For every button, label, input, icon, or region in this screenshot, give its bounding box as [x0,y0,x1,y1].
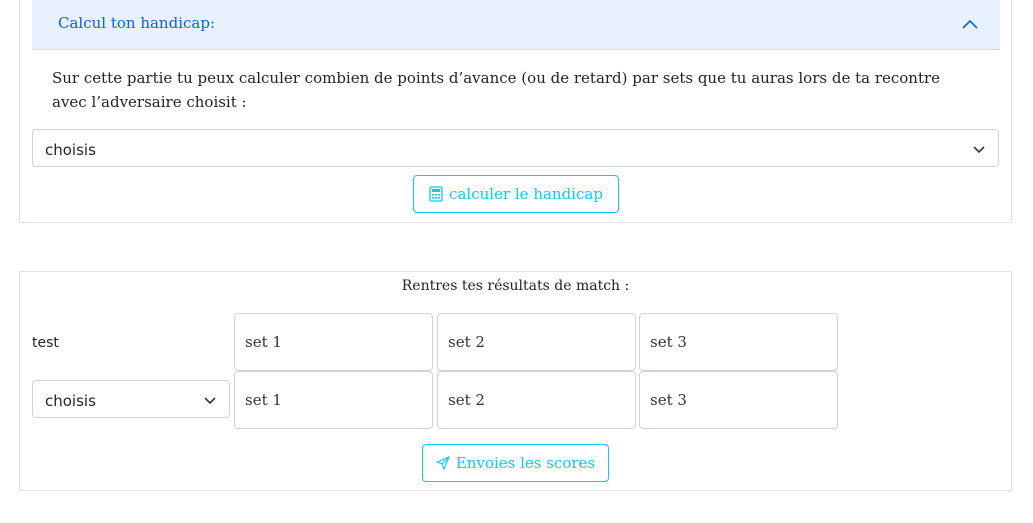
opponent-select[interactable]: choisis [32,129,999,167]
calculate-handicap-label: calculer le handicap [449,185,603,203]
results-title: Rentres tes résultats de match : [401,278,630,294]
player-set-1-input[interactable]: set 1 [234,313,433,371]
opponent-select-value: choisis [45,141,96,159]
send-icon [436,456,450,470]
opponent-result-select[interactable]: choisis [32,380,230,418]
calculator-icon [429,186,443,202]
results-card: Rentres tes résultats de match : test se… [19,271,1012,491]
handicap-card: Calcul ton handicap: Sur cette partie tu… [19,0,1012,223]
opponent-set-2-input[interactable]: set 2 [437,371,636,429]
handicap-title: Calcul ton handicap: [58,14,215,32]
calculate-handicap-button[interactable]: calculer le handicap [413,175,619,213]
send-scores-button[interactable]: Envoies les scores [422,444,609,482]
handicap-accordion-header[interactable]: Calcul ton handicap: [32,0,1000,50]
chevron-down-icon [204,397,216,405]
opponent-result-select-value: choisis [45,392,96,410]
chevron-up-icon[interactable] [960,14,980,34]
player-set-2-input[interactable]: set 2 [437,313,636,371]
opponent-set-1-input[interactable]: set 1 [234,371,433,429]
player-set-3-input[interactable]: set 3 [639,313,838,371]
player-name-label: test [32,335,59,351]
opponent-set-3-input[interactable]: set 3 [639,371,838,429]
handicap-description: Sur cette partie tu peux calculer combie… [52,69,941,111]
chevron-down-icon [973,146,985,154]
send-scores-label: Envoies les scores [455,454,596,472]
